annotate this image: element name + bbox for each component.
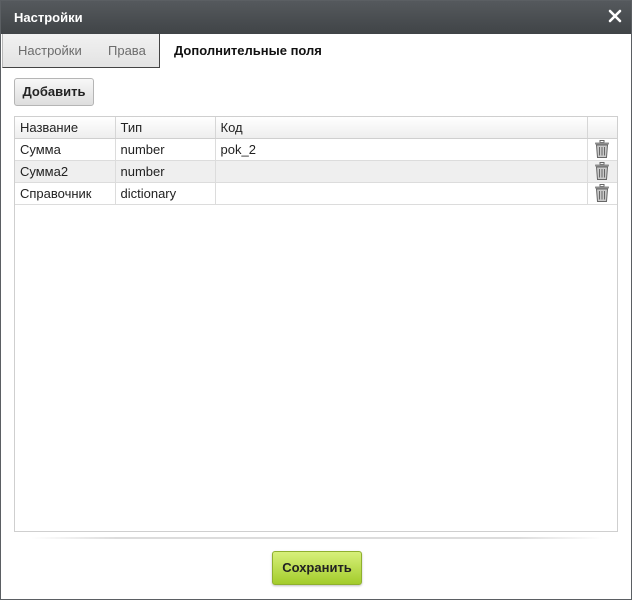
cell-actions [587,182,617,205]
tab-settings[interactable]: Настройки [18,43,82,58]
add-button[interactable]: Добавить [14,78,94,106]
tab-rights[interactable]: Права [108,43,146,58]
column-header-actions [587,117,617,139]
settings-dialog: Настройки Настройки Права Дополнительные… [0,0,632,600]
cell-code[interactable] [215,160,588,183]
footer-divider [31,537,603,539]
table-header-row: Название Тип Код [15,117,617,139]
cell-actions [587,160,617,183]
tab-bar: Настройки Права Дополнительные поля [1,34,631,68]
cell-code[interactable] [215,182,588,205]
cell-type[interactable]: number [115,160,216,183]
save-button[interactable]: Сохранить [272,551,362,585]
tab-additional-fields[interactable]: Дополнительные поля [174,43,322,58]
dialog-title: Настройки [14,10,83,25]
table-row[interactable]: Справочник dictionary [15,182,617,205]
cell-name[interactable]: Сумма [15,138,116,161]
cell-type[interactable]: number [115,138,216,161]
cell-name[interactable]: Сумма2 [15,160,116,183]
cell-code[interactable]: pok_2 [215,138,588,161]
cell-type[interactable]: dictionary [115,182,216,205]
inactive-tab-group: Настройки Права [2,34,160,68]
cell-actions [587,138,617,161]
column-header-name[interactable]: Название [15,117,116,139]
table-row[interactable]: Сумма2 number [15,160,617,183]
trash-icon[interactable] [594,140,610,158]
close-icon[interactable] [608,8,622,24]
table-row[interactable]: Сумма number pok_2 [15,138,617,161]
trash-icon[interactable] [594,184,610,202]
column-header-type[interactable]: Тип [115,117,216,139]
trash-icon[interactable] [594,162,610,180]
fields-table: Название Тип Код Сумма number pok_2 Сумм… [14,116,618,532]
column-header-code[interactable]: Код [215,117,588,139]
titlebar: Настройки [1,1,631,34]
cell-name[interactable]: Справочник [15,182,116,205]
